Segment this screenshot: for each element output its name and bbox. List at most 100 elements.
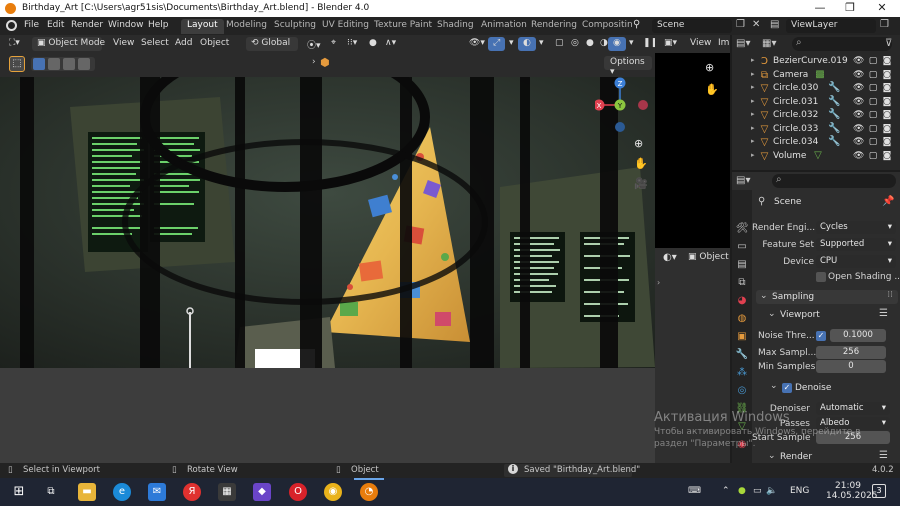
render-engine-dropdown[interactable]: Cycles ▾	[816, 221, 896, 234]
modifier-wrench-icon[interactable]: 🔧	[828, 96, 840, 108]
mail-icon[interactable]: ✉	[148, 483, 166, 501]
modifier-wrench-icon[interactable]: 🔧	[828, 82, 840, 94]
tab-layout[interactable]: Layout	[181, 19, 224, 34]
list-item[interactable]: ▸ ▽ Volume ▽ 👁 ▢ ◙	[732, 150, 900, 164]
menu-add[interactable]: Add	[170, 37, 197, 51]
eye-icon[interactable]: 👁	[853, 151, 864, 161]
denoise-checkbox[interactable]: ✓	[782, 383, 792, 393]
select-invert-icon[interactable]	[78, 58, 90, 70]
navigation-gizmo[interactable]: Z X Y	[593, 77, 650, 137]
camera-render-icon[interactable]: ▢	[868, 70, 878, 80]
clock[interactable]: 21:09 14.05.2025	[826, 481, 878, 501]
eye-icon[interactable]: 👁	[853, 83, 864, 93]
notifications-icon[interactable]: 3	[872, 484, 886, 498]
tab-shading[interactable]: Shading	[431, 19, 480, 34]
chevron-down-icon[interactable]: ⌄	[770, 381, 778, 391]
keyboard-icon[interactable]: ⌨	[688, 486, 701, 496]
eye-icon[interactable]: 👁	[853, 124, 864, 134]
zoom-icon[interactable]: ⊕	[634, 137, 643, 150]
tray-expand-icon[interactable]: ⌃	[722, 486, 730, 496]
camera-view-icon[interactable]: 🎥	[634, 177, 648, 190]
render-preview-icon[interactable]: ⬢	[320, 56, 332, 70]
render-tab-icon[interactable]: ▭	[735, 240, 749, 254]
input-language[interactable]: ENG	[790, 486, 809, 496]
list-item[interactable]: ▸ ▽ Circle.030 🔧 👁 ▢ ◙	[732, 82, 900, 96]
orientation-selector[interactable]: ⟲ Global	[246, 37, 298, 51]
world-tab-icon[interactable]: ◍	[735, 312, 749, 326]
shading-options-icon[interactable]: ▾	[624, 37, 639, 51]
blender-taskbar-icon[interactable]: ◔	[360, 483, 378, 501]
min-samples-field[interactable]: 0	[816, 360, 886, 373]
list-item[interactable]: ▸ ▽ Circle.034 🔧 👁 ▢ ◙	[732, 136, 900, 150]
camera-render-icon[interactable]: ▢	[868, 56, 878, 66]
list-item[interactable]: ▸ Ͻ BezierCurve.019 👁 ▢ ◙	[732, 55, 900, 69]
list-item[interactable]: ▸ ▽ Circle.032 🔧 👁 ▢ ◙	[732, 109, 900, 123]
camera-render-icon[interactable]: ▢	[868, 151, 878, 161]
scene-icon[interactable]: ⚲	[633, 19, 647, 33]
expand-arrow-icon[interactable]: ▸	[751, 110, 755, 118]
menu-view[interactable]: View	[108, 37, 139, 51]
tool-tab-icon[interactable]: 🛠	[735, 222, 749, 236]
outliner-type-icon[interactable]: ▤▾	[736, 38, 750, 49]
snap-options-icon[interactable]: ⁝⁝▾	[342, 37, 362, 51]
modifier-wrench-icon[interactable]: 🔧	[828, 136, 840, 148]
mesh-data-icon[interactable]: ▽	[812, 150, 824, 162]
edge-browser-icon[interactable]: e	[113, 483, 131, 501]
menu-window[interactable]: Window	[108, 20, 144, 30]
task-view-icon[interactable]: ⧉	[42, 483, 60, 501]
saved-notification[interactable]: i Saved "Birthday_Art.blend"	[504, 464, 640, 477]
open-shading-checkbox[interactable]	[816, 272, 826, 282]
expand-arrow-icon[interactable]: ▸	[751, 56, 755, 64]
pivot-icon[interactable]: ⦿▾	[302, 37, 326, 51]
volume-icon[interactable]: 🔈	[766, 486, 777, 496]
eye-icon[interactable]: 👁	[853, 110, 864, 120]
noise-threshold-checkbox[interactable]: ✓	[816, 331, 826, 341]
new-scene-icon[interactable]: ❐	[736, 19, 745, 30]
eye-icon[interactable]: 👁	[853, 97, 864, 107]
filter-icon[interactable]: ⊽	[885, 38, 892, 49]
expand-arrow-icon[interactable]: ▸	[751, 97, 755, 105]
device-dropdown[interactable]: CPU ▾	[816, 255, 896, 268]
blender-menu-icon[interactable]	[6, 20, 17, 31]
tab-compositing[interactable]: Compositin	[576, 19, 639, 34]
properties-type-icon[interactable]: ▤▾	[736, 175, 750, 186]
pin-icon[interactable]: 📌	[882, 196, 894, 207]
modifier-wrench-icon[interactable]: 🔧	[828, 109, 840, 121]
output-tab-icon[interactable]: ▤	[735, 258, 749, 272]
viewlayer-icon[interactable]: ▤	[770, 19, 779, 30]
camera-render-icon[interactable]: ▢	[868, 124, 878, 134]
modifier-wrench-icon[interactable]: 🔧	[828, 123, 840, 135]
tab-rendering[interactable]: Rendering	[525, 19, 583, 34]
expand-arrow-icon[interactable]: ›	[657, 278, 660, 287]
pan-hand-icon[interactable]: ✋	[634, 157, 648, 170]
gizmo-toggle-icon[interactable]: ⤢	[488, 37, 506, 51]
opera-browser-icon[interactable]: O	[289, 483, 307, 501]
falloff-icon[interactable]: ∧▾	[380, 37, 401, 51]
render-subpanel-header[interactable]: ⌄ Render ☰	[764, 450, 898, 463]
file-explorer-icon[interactable]: ▬	[78, 483, 96, 501]
visibility-icon[interactable]: 👁▾	[464, 37, 490, 51]
image-zoom-icon[interactable]: ⊕	[705, 61, 714, 74]
max-samples-field[interactable]: 256	[816, 346, 886, 359]
windows-start-icon[interactable]: ⊞	[10, 483, 28, 501]
new-viewlayer-icon[interactable]: ❐	[880, 19, 889, 30]
chrome-browser-icon[interactable]: ◉	[324, 483, 342, 501]
scene-selector[interactable]: Scene	[652, 19, 732, 33]
expand-arrow-icon[interactable]: ▸	[751, 137, 755, 145]
list-item[interactable]: ▸ ⧉ Camera ▩ 👁 ▢ ◙	[732, 69, 900, 83]
feature-set-dropdown[interactable]: Supported ▾	[816, 238, 896, 251]
eye-icon[interactable]: 👁	[853, 70, 864, 80]
object-tab-icon[interactable]: ▣	[735, 330, 749, 344]
select-extend-icon[interactable]	[48, 58, 60, 70]
close-button[interactable]: ✕	[874, 1, 890, 14]
camera-render-icon[interactable]: ▢	[868, 97, 878, 107]
render-camera-icon[interactable]: ◙	[882, 137, 892, 147]
scene-tab-icon[interactable]: ◕	[735, 294, 749, 308]
particles-tab-icon[interactable]: ⁂	[735, 366, 749, 380]
tab-modeling[interactable]: Modeling	[220, 19, 273, 34]
render-camera-icon[interactable]: ◙	[882, 97, 892, 107]
secondary-editor-type-icon[interactable]: ◐▾	[663, 252, 677, 263]
expand-arrow-icon[interactable]: ▸	[751, 83, 755, 91]
overlays-options-icon[interactable]: ▾	[534, 37, 549, 51]
camera-render-icon[interactable]: ▢	[868, 137, 878, 147]
